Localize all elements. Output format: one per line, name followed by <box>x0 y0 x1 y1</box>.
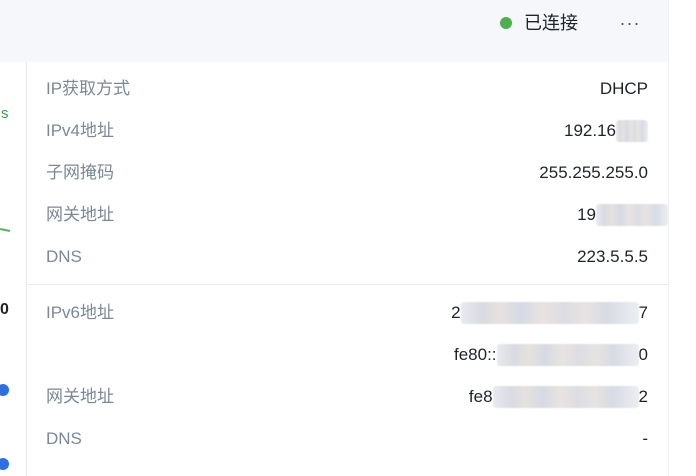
subnet-mask-row: 子网掩码 255.255.255.0 <box>28 152 668 194</box>
left-value-fragment: 0 <box>0 301 9 318</box>
top-bar: 已连接 ··· <box>0 0 668 62</box>
connection-status-dot-icon <box>500 17 512 29</box>
redacted-blur <box>460 302 639 324</box>
subnet-mask-value: 255.255.255.0 <box>539 163 648 182</box>
globe-icon <box>0 458 9 470</box>
gateway-ipv4-value: 19 <box>577 204 668 226</box>
ipv6-address-label: IPv6地址 <box>46 303 115 322</box>
gateway-ipv6-label: 网关地址 <box>46 387 114 406</box>
more-options-icon[interactable]: ··· <box>616 12 644 34</box>
connection-status-text: 已连接 <box>524 13 578 33</box>
dns-ipv4-value: 223.5.5.5 <box>577 247 648 266</box>
ipv6-address-value: 2 7 <box>451 302 648 324</box>
ipv6-link-local-row: fe80:: 0 <box>28 334 668 376</box>
left-chart-line-fragment <box>0 227 11 233</box>
ip-method-row: IP获取方式 DHCP <box>28 68 668 110</box>
redacted-blur <box>496 344 639 366</box>
left-side-panel-fragment: s 0 <box>0 62 27 476</box>
redacted-blur <box>616 120 648 142</box>
redacted-blur <box>492 386 639 408</box>
ipv4-address-value: 192.16 <box>564 120 648 142</box>
subnet-mask-label: 子网掩码 <box>46 163 114 182</box>
left-speed-unit-fragment: s <box>1 105 9 122</box>
gateway-ipv4-label: 网关地址 <box>46 205 114 224</box>
ipv4-address-row: IPv4地址 192.16 <box>28 110 668 152</box>
dns-ipv6-value: - <box>642 429 648 448</box>
gateway-ipv6-value: fe8 2 <box>468 386 648 408</box>
section-divider <box>28 284 668 285</box>
ipv6-link-local-value: fe80:: 0 <box>453 344 648 366</box>
ipv6-address-row: IPv6地址 2 7 <box>28 292 668 334</box>
dns-ipv6-row: DNS - <box>28 418 668 460</box>
dns-ipv4-row: DNS 223.5.5.5 <box>28 236 668 278</box>
ip-method-value: DHCP <box>599 79 648 98</box>
dns-ipv6-label: DNS <box>46 429 82 448</box>
dns-ipv4-label: DNS <box>46 247 82 266</box>
gateway-ipv4-row: 网关地址 19 <box>28 194 668 236</box>
globe-icon <box>0 384 9 396</box>
gateway-ipv6-row: 网关地址 fe8 2 <box>28 376 668 418</box>
panel-right-border <box>668 0 669 476</box>
ip-method-label: IP获取方式 <box>46 79 131 98</box>
ipv4-address-label: IPv4地址 <box>46 121 115 140</box>
redacted-blur <box>596 204 668 226</box>
network-details-panel: IP获取方式 DHCP IPv4地址 192.16 子网掩码 255.255.2… <box>28 62 668 476</box>
